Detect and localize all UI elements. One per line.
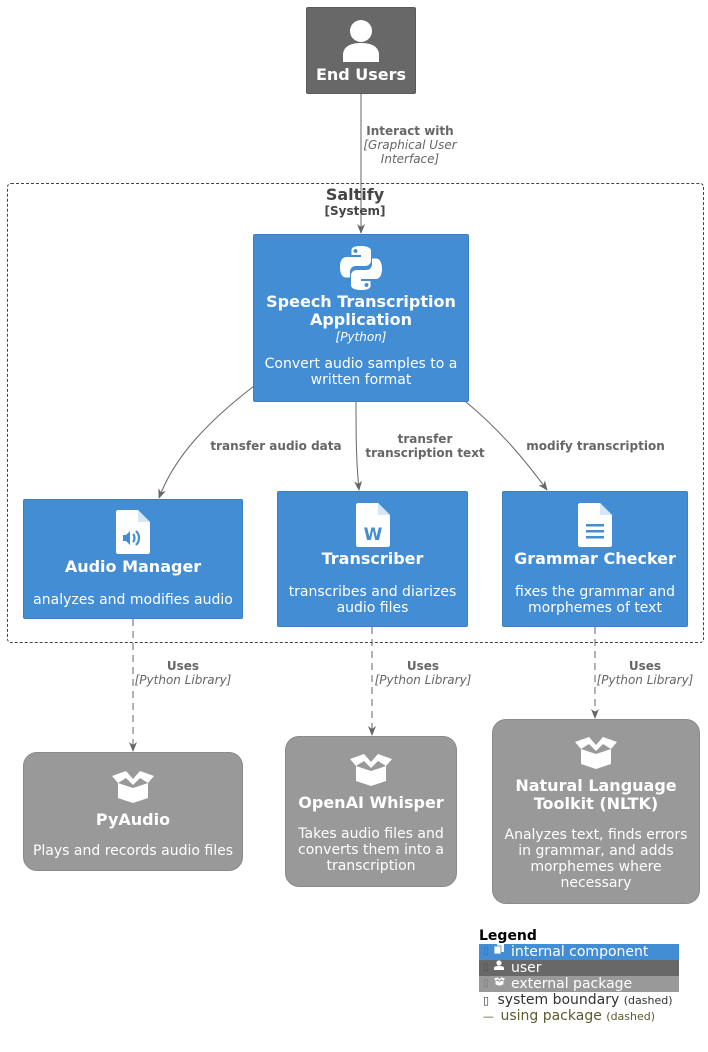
external-desc-line1: Plays and records audio files [32, 843, 234, 859]
external-desc-line3: morphemes where [530, 859, 662, 875]
legend-item-using-package: — using package (dashed) [479, 1008, 679, 1024]
external-desc-line2: in grammar, and adds [518, 843, 674, 859]
external-desc-line2: converts them into a [298, 842, 444, 858]
container-technology: [Python] [335, 330, 387, 344]
package-icon [575, 737, 617, 769]
legend-item-label: internal component [511, 944, 649, 960]
package-icon [493, 976, 505, 992]
container-desc-line2: audio files [336, 600, 409, 616]
person-icon [343, 20, 379, 62]
external-desc-line4: necessary [560, 875, 632, 891]
rel-label-transfer-transcription: transfer transcription text [355, 432, 495, 460]
container-desc-line1: Convert audio samples to a [264, 356, 458, 372]
rel-tech-line2: Interface] [380, 152, 440, 166]
legend-item-label: user [511, 960, 542, 976]
external-desc-line1: Takes audio files and [298, 826, 444, 842]
rel-label-text: transfer audio data [210, 439, 342, 453]
external-title: PyAudio [95, 810, 171, 829]
container-transcriber[interactable]: W Transcriber transcribes and diarizes a… [277, 491, 468, 627]
legend-item-label: using package [500, 1008, 602, 1024]
rel-label-uses-nltk: Uses [Python Library] [590, 659, 700, 687]
container-title: Grammar Checker [514, 549, 676, 568]
text-file-icon [578, 503, 612, 547]
rel-label-line1: transfer [397, 432, 453, 446]
external-desc-line1: Analyzes text, finds errors [504, 827, 688, 843]
container-desc-line1: transcribes and diarizes [288, 584, 457, 600]
boundary-name: Saltify [325, 185, 385, 204]
external-title-line1: Natural Language [515, 776, 677, 795]
rel-label-text: Uses [406, 659, 440, 673]
rel-label-modify-transcription: modify transcription [513, 439, 678, 453]
container-speech-transcription-app[interactable]: Speech Transcription Application [Python… [253, 234, 469, 402]
container-desc-line1: analyzes and modifies audio [33, 592, 233, 608]
rel-label-text: modify transcription [526, 439, 665, 453]
container-title-line1: Speech Transcription [266, 292, 456, 311]
legend: Legend ▯ internal component ▯ user ▯ ext… [479, 929, 679, 1024]
external-title-line2: Toolkit (NLTK) [533, 794, 659, 813]
legend-item-internal-component: ▯ internal component [479, 944, 679, 960]
legend-item-note: (dashed) [606, 1010, 656, 1023]
python-icon [340, 246, 382, 290]
person-icon [493, 960, 505, 976]
legend-item-system-boundary: ▯ system boundary (dashed) [479, 992, 679, 1008]
container-desc-line1: fixes the grammar and [514, 584, 676, 600]
rel-label-text: Interact with [366, 124, 454, 138]
container-desc-line2: written format [310, 372, 412, 388]
container-title: Transcriber [321, 549, 424, 568]
container-grammar-checker[interactable]: Grammar Checker fixes the grammar and mo… [502, 491, 688, 627]
container-desc-line2: morphemes of text [528, 600, 662, 616]
container-title: Audio Manager [64, 557, 202, 576]
word-file-icon: W [355, 503, 390, 547]
rel-tech: [Python Library] [134, 673, 232, 687]
legend-title: Legend [479, 928, 537, 944]
package-icon [350, 754, 392, 786]
legend-item-user: ▯ user [479, 960, 679, 976]
rel-label-transfer-audio: transfer audio data [196, 439, 356, 453]
legend-swatch-icon: ▯ [483, 962, 489, 973]
person-title: End Users [315, 65, 407, 84]
boundary-glyph-icon: ▯ [483, 994, 490, 1007]
legend-item-label: external package [511, 976, 633, 992]
rel-label-interact: Interact with [Graphical User Interface] [340, 124, 480, 166]
external-desc-line3: transcription [326, 858, 416, 874]
rel-label-uses-whisper: Uses [Python Library] [368, 659, 478, 687]
external-nltk[interactable]: Natural Language Toolkit (NLTK) Analyzes… [492, 719, 700, 904]
legend-item-external-package: ▯ external package [479, 976, 679, 992]
external-openai-whisper[interactable]: OpenAI Whisper Takes audio files and con… [285, 736, 457, 887]
system-boundary-title: Saltify [System] [255, 185, 455, 219]
rel-label-line2: transcription text [365, 446, 485, 460]
package-icon [112, 771, 154, 803]
rel-label-text: Uses [166, 659, 200, 673]
person-end-users[interactable]: End Users [306, 7, 416, 94]
audio-file-icon [116, 510, 150, 554]
container-title-line2: Application [309, 310, 413, 329]
rel-tech-line1: [Graphical User [363, 138, 457, 152]
legend-swatch-icon: ▯ [483, 978, 489, 989]
svg-text:W: W [363, 525, 382, 545]
container-audio-manager[interactable]: Audio Manager analyzes and modifies audi… [23, 499, 243, 619]
boundary-type: [System] [324, 204, 386, 218]
legend-item-label: system boundary [497, 992, 620, 1008]
rel-tech: [Python Library] [374, 673, 472, 687]
rel-label-text: Uses [628, 659, 662, 673]
rel-tech: [Python Library] [596, 673, 694, 687]
rel-label-uses-pyaudio: Uses [Python Library] [128, 659, 238, 687]
legend-item-note: (dashed) [623, 994, 673, 1007]
legend-swatch-icon: ▯ [483, 946, 489, 957]
component-icon [493, 944, 505, 960]
relation-glyph-icon: — [483, 1010, 494, 1023]
external-title: OpenAI Whisper [298, 793, 444, 812]
external-pyaudio[interactable]: PyAudio Plays and records audio files [23, 752, 243, 871]
